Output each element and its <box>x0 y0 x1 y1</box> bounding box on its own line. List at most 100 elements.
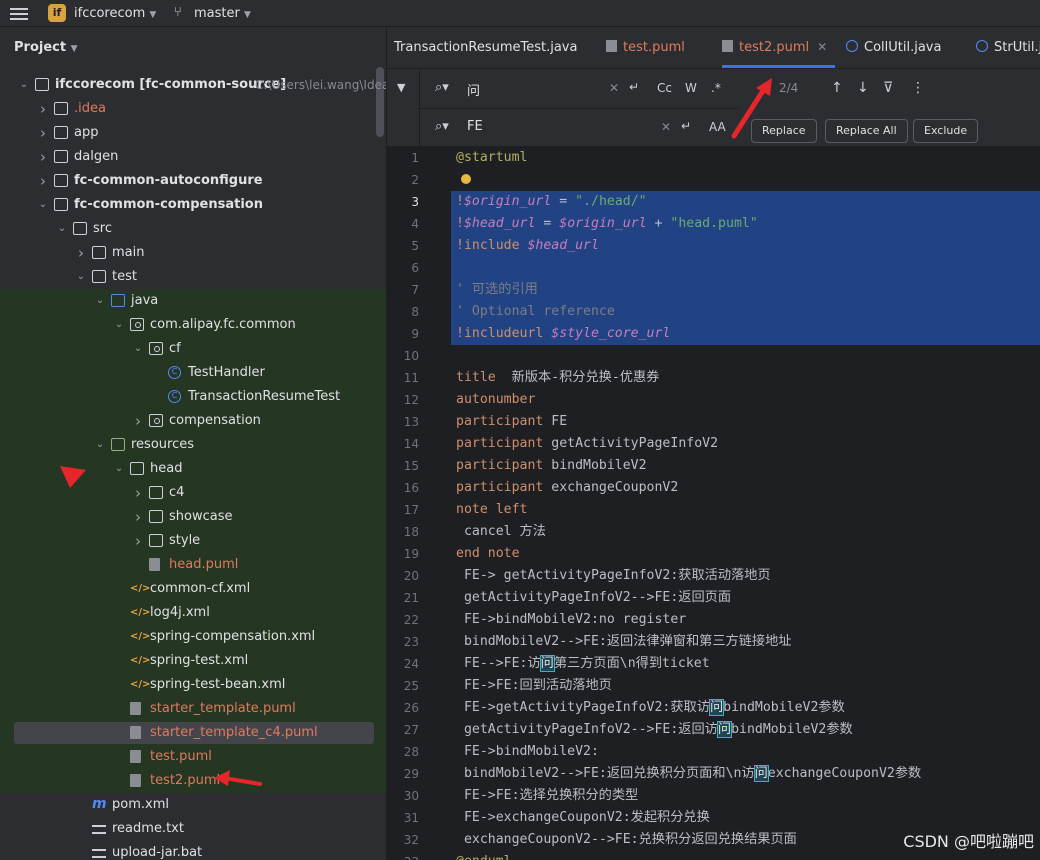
editor-tab[interactable]: StrUtil.java <box>976 27 1040 68</box>
search-icon[interactable]: ⌕▾ <box>435 80 449 95</box>
tree-item[interactable]: C TestHandler <box>0 361 386 385</box>
chevron-down-icon[interactable]: ⌄ <box>113 313 125 337</box>
tree-item[interactable]: ⌄ cf <box>0 337 386 361</box>
line-number: 20 <box>403 569 419 583</box>
close-tab-icon[interactable]: ✕ <box>817 40 827 54</box>
resources-folder-icon <box>111 438 125 451</box>
replace-all-button[interactable]: Replace All <box>825 119 908 143</box>
replace-icon[interactable]: ⌕▾ <box>435 119 449 134</box>
chevron-right-icon[interactable]: › <box>132 529 144 553</box>
preserve-case-toggle[interactable]: AA <box>709 120 726 134</box>
line-number: 32 <box>403 833 419 847</box>
code-line <box>451 169 1040 191</box>
filter-icon[interactable]: ⊽ <box>883 80 893 96</box>
chevron-down-icon[interactable]: ⌄ <box>37 193 49 217</box>
tree-item[interactable]: › compensation <box>0 409 386 433</box>
tab-label: StrUtil.java <box>994 40 1040 55</box>
tree-item[interactable]: › style <box>0 529 386 553</box>
chevron-down-icon[interactable]: ⌄ <box>132 337 144 361</box>
folder-icon <box>130 462 144 475</box>
chevron-right-icon[interactable]: › <box>132 409 144 433</box>
chevron-right-icon[interactable]: › <box>37 169 49 193</box>
chevron-down-icon[interactable]: ⌄ <box>94 289 106 313</box>
plantuml-file-icon <box>149 558 160 571</box>
plantuml-file-icon <box>130 702 141 715</box>
tree-item[interactable]: ⌄ resources <box>0 433 386 457</box>
match-case-toggle[interactable]: Cc <box>657 81 672 95</box>
line-number: 26 <box>403 701 419 715</box>
tree-item-label: java <box>131 293 159 308</box>
tree-item[interactable]: C TransactionResumeTest <box>0 385 386 409</box>
tree-item[interactable]: › main <box>0 241 386 265</box>
tree-item[interactable]: ⌄ com.alipay.fc.common <box>0 313 386 337</box>
tree-item-label: app <box>74 125 99 140</box>
chevron-down-icon[interactable]: ⌄ <box>18 73 30 97</box>
tree-item[interactable]: ⌄ test <box>0 265 386 289</box>
line-number: 30 <box>403 789 419 803</box>
tree-item[interactable]: starter_template.puml <box>0 697 386 721</box>
divider <box>419 108 739 109</box>
tab-label: test2.puml <box>739 40 810 55</box>
line-number: 7 <box>411 283 419 297</box>
tree-item[interactable]: ⌄ ifccorecom [fc-common-source] C:\Users\l… <box>0 73 386 97</box>
chevron-down-icon[interactable]: ⌄ <box>56 217 68 241</box>
folder-icon <box>54 126 68 139</box>
new-line-icon[interactable]: ↵ <box>681 119 691 133</box>
branch-switcher[interactable]: master ▼ <box>194 6 251 21</box>
tree-item[interactable]: </> spring-test-bean.xml <box>0 673 386 697</box>
tree-item[interactable]: test2.puml <box>0 769 386 793</box>
tree-item[interactable]: test.puml <box>0 745 386 769</box>
chevron-down-icon[interactable]: ⌄ <box>94 433 106 457</box>
next-match-icon[interactable]: ↓ <box>857 80 869 96</box>
tree-item[interactable]: head.puml <box>0 553 386 577</box>
toggle-replace-chevron-icon[interactable]: ▼ <box>397 81 405 94</box>
editor-tab[interactable]: test.puml <box>606 27 693 68</box>
exclude-button[interactable]: Exclude <box>913 119 979 143</box>
tree-item[interactable]: › showcase <box>0 505 386 529</box>
editor-tab[interactable]: test2.puml ✕ <box>722 27 836 68</box>
prev-match-icon[interactable]: ↑ <box>831 80 843 96</box>
search-input[interactable]: 问 <box>467 80 480 99</box>
chevron-right-icon[interactable]: › <box>132 505 144 529</box>
line-number: 2 <box>411 173 419 187</box>
code-editor[interactable]: @startuml !$origin_url = "./head/" !$head_… <box>451 147 1040 860</box>
tree-item[interactable]: ⌄ fc-common-compensation <box>0 193 386 217</box>
tree-item-label: .idea <box>74 101 106 116</box>
whole-words-toggle[interactable]: W <box>685 81 697 95</box>
more-options-icon[interactable]: ⋮ <box>911 80 925 96</box>
tree-item[interactable]: </> common-cf.xml <box>0 577 386 601</box>
tree-item[interactable]: m pom.xml <box>0 793 386 817</box>
regex-toggle[interactable]: .* <box>711 81 721 95</box>
chevron-right-icon[interactable]: › <box>75 241 87 265</box>
chevron-down-icon[interactable]: ⌄ <box>113 457 125 481</box>
editor-tab[interactable]: TransactionResumeTest.java <box>394 27 585 68</box>
tree-item[interactable]: ⌄ java <box>0 289 386 313</box>
clear-replace-icon[interactable]: ✕ <box>661 120 671 134</box>
tree-item[interactable]: › dalgen <box>0 145 386 169</box>
tree-item[interactable]: upload-jar.bat <box>0 841 386 860</box>
tree-item[interactable]: › app <box>0 121 386 145</box>
tree-item[interactable]: › .idea <box>0 97 386 121</box>
new-line-icon[interactable]: ↵ <box>629 80 639 94</box>
tree-item[interactable]: </> log4j.xml <box>0 601 386 625</box>
chevron-right-icon[interactable]: › <box>37 145 49 169</box>
lightbulb-icon[interactable] <box>461 174 471 184</box>
project-switcher[interactable]: ifccorecom ▼ <box>74 6 156 21</box>
clear-search-icon[interactable]: ✕ <box>609 81 619 95</box>
replace-input[interactable]: FE <box>467 119 483 134</box>
tree-item[interactable]: starter_template_c4.puml <box>0 721 386 745</box>
tree-item[interactable]: readme.txt <box>0 817 386 841</box>
tree-item[interactable]: ⌄ src <box>0 217 386 241</box>
chevron-right-icon[interactable]: › <box>37 97 49 121</box>
chevron-right-icon[interactable]: › <box>37 121 49 145</box>
project-view-header[interactable]: Project ▼ <box>14 40 78 55</box>
chevron-right-icon[interactable]: › <box>132 481 144 505</box>
tree-item[interactable]: </> spring-test.xml <box>0 649 386 673</box>
tree-item[interactable]: </> spring-compensation.xml <box>0 625 386 649</box>
editor-tab[interactable]: CollUtil.java <box>846 27 949 68</box>
tree-item[interactable]: › fc-common-autoconfigure <box>0 169 386 193</box>
editor-tabs: TransactionResumeTest.java test.puml test2… <box>387 27 1040 69</box>
chevron-down-icon[interactable]: ⌄ <box>75 265 87 289</box>
main-menu-icon[interactable] <box>10 5 28 21</box>
line-number-gutter[interactable]: 1 2 3 4 5 6 7 8 9 10 11 12 13 14 15 16 17 18 19 20 21 22 23 24 2… <box>387 147 451 860</box>
